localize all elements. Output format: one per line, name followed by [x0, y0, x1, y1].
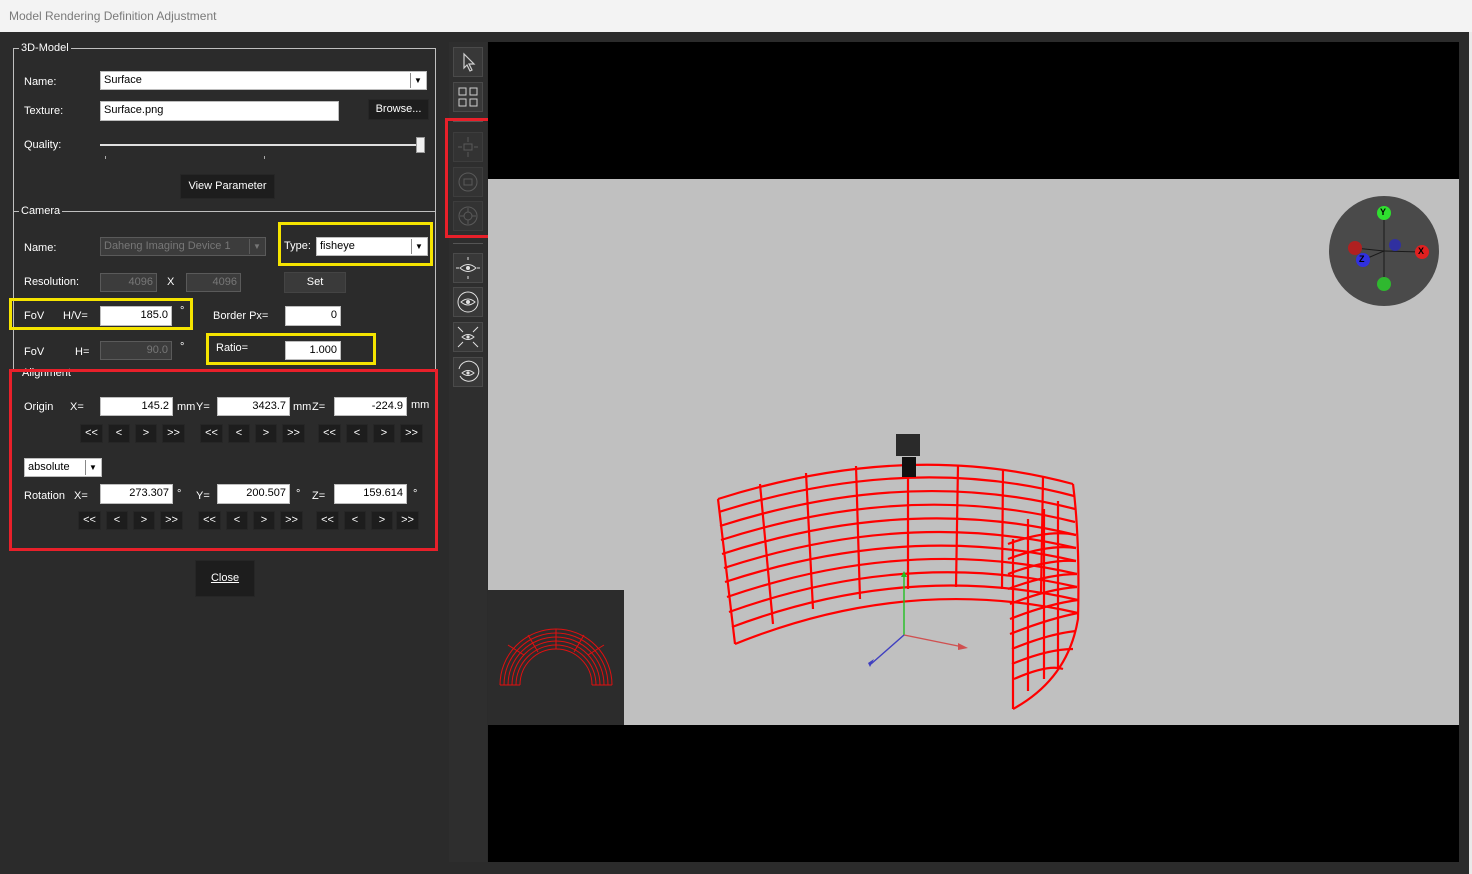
- scene-render: [716, 434, 1080, 710]
- texture-label: Texture:: [24, 105, 64, 117]
- gizmo-z-label: Z: [1359, 254, 1365, 264]
- cylindrical-surface-mesh: [716, 463, 1080, 710]
- fov-h-label: H=: [75, 346, 90, 358]
- minimap-render: [499, 628, 613, 686]
- quality-slider-handle[interactable]: [416, 137, 425, 153]
- model-name-value: Surface: [104, 74, 142, 86]
- alignment-highlight-box: [9, 369, 438, 551]
- gizmo-y-label: Y: [1380, 207, 1387, 217]
- chevron-down-icon: ▼: [410, 73, 425, 88]
- minimap[interactable]: [488, 590, 624, 725]
- close-button-label: Close: [210, 572, 240, 584]
- pan-view-icon: [456, 257, 480, 279]
- quality-slider-track: [100, 144, 420, 146]
- camera-name-select: Daheng Imaging Device 1 ▼: [100, 237, 266, 256]
- pan-view-button[interactable]: [453, 253, 483, 283]
- title-bar: Model Rendering Definition Adjustment: [0, 0, 1472, 32]
- grid-layout-icon: [458, 87, 478, 107]
- set-button[interactable]: Set: [284, 272, 346, 293]
- browse-button[interactable]: Browse...: [368, 99, 429, 120]
- select-arrow-icon: [463, 52, 476, 72]
- camera-lens: [902, 457, 916, 477]
- fov-highlight-box: [9, 298, 193, 330]
- view-parameter-button[interactable]: View Parameter: [180, 174, 275, 199]
- texture-field[interactable]: Surface.png: [100, 101, 339, 121]
- ratio-highlight-box: [206, 333, 376, 365]
- quality-label: Quality:: [24, 139, 62, 151]
- select-tool-button[interactable]: [453, 47, 483, 77]
- quality-slider-tick: [264, 156, 265, 159]
- degree-symbol: °: [180, 341, 185, 353]
- model-group-title: 3D-Model: [19, 42, 71, 54]
- gizmo-x-label: X: [1418, 246, 1425, 256]
- model-name-label: Name:: [24, 76, 57, 88]
- resolution-width-field: 4096: [100, 273, 157, 292]
- resolution-height-field: 4096: [186, 273, 241, 292]
- rotate-view-icon: [457, 291, 479, 313]
- fit-view-icon: [457, 326, 479, 348]
- fov-h-row-label: FoV: [24, 346, 45, 358]
- model-name-select[interactable]: Surface ▼: [100, 71, 427, 90]
- reset-view-icon: [458, 360, 480, 382]
- camera-name-label: Name:: [24, 242, 57, 254]
- reset-view-button[interactable]: [453, 357, 483, 387]
- quality-slider[interactable]: [100, 136, 428, 160]
- resolution-label: Resolution:: [24, 276, 80, 288]
- camera-name-value: Daheng Imaging Device 1: [104, 240, 231, 252]
- fov-h-field: 90.0: [100, 341, 172, 360]
- type-highlight-box: [278, 222, 433, 266]
- close-button[interactable]: Close: [195, 560, 255, 597]
- camera-group-title: Camera: [19, 205, 63, 217]
- camera-body: [896, 434, 920, 456]
- quality-slider-tick: [105, 156, 106, 159]
- axis-gizmo[interactable]: Y X Z: [1329, 196, 1439, 306]
- border-px-field[interactable]: 0: [285, 306, 341, 326]
- resolution-x-label: X: [167, 276, 175, 288]
- fit-view-button[interactable]: [453, 322, 483, 352]
- border-px-label: Border Px=: [213, 310, 269, 322]
- camera-tools-highlight-box: [445, 118, 491, 238]
- rotate-view-button[interactable]: [453, 287, 483, 317]
- toolbar-separator: [453, 243, 483, 244]
- window-title: Model Rendering Definition Adjustment: [9, 9, 217, 23]
- chevron-down-icon: ▼: [249, 239, 264, 254]
- layout-tool-button[interactable]: [453, 82, 483, 112]
